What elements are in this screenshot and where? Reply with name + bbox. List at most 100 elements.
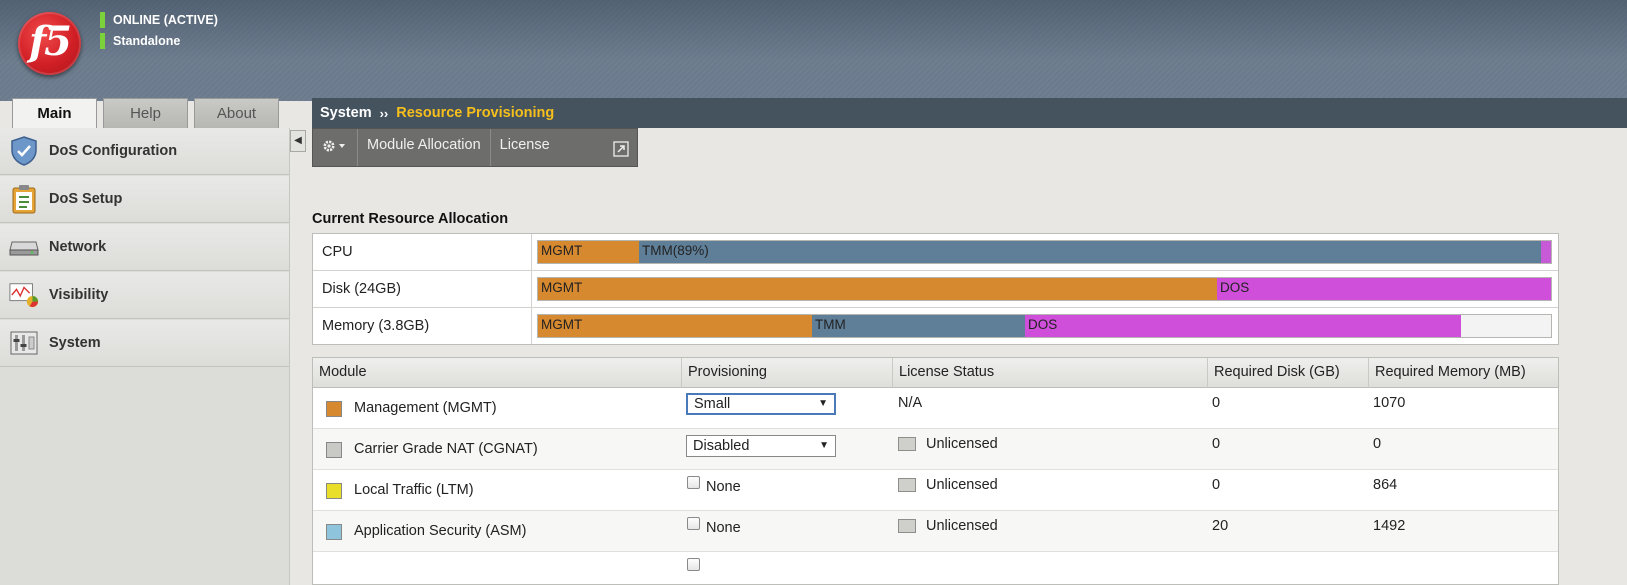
sidebar-item-system[interactable]: System: [0, 320, 289, 367]
column-header-provisioning[interactable]: Provisioning: [682, 358, 893, 388]
allocation-segment-mgmt: MGMT: [538, 315, 812, 337]
license-server-icon: [898, 437, 916, 451]
network-device-icon: [9, 232, 39, 262]
external-link-icon[interactable]: [613, 137, 629, 169]
shield-icon: [9, 136, 39, 166]
module-color-swatch: [326, 442, 342, 458]
license-server-icon: [898, 478, 916, 492]
subnav-gear-menu[interactable]: [313, 129, 358, 166]
tab-about[interactable]: About: [194, 98, 279, 128]
provisioning-select[interactable]: Disabled ▼: [686, 435, 836, 457]
allocation-segment-dos: DOS: [1025, 315, 1461, 337]
license-status: Unlicensed: [926, 518, 998, 534]
provisioning-value: None: [706, 479, 741, 495]
table-row: Local Traffic (LTM) None Unlicensed 0 86…: [313, 470, 1558, 511]
sidebar-item-visibility[interactable]: Visibility: [0, 272, 289, 319]
sidebar-item-label: Network: [49, 239, 107, 255]
provisioning-checkbox[interactable]: [687, 517, 700, 530]
sidebar-item-dos-setup[interactable]: DoS Setup: [0, 176, 289, 223]
subnav-license[interactable]: License: [491, 129, 637, 166]
required-disk: 0: [1212, 477, 1221, 493]
status-indicator-icon: [100, 12, 105, 28]
required-memory: 1070: [1373, 395, 1406, 411]
provisioning-value: None: [706, 520, 741, 536]
status-active-line: ONLINE (ACTIVE): [100, 12, 218, 28]
allocation-segment-tmm-89: TMM(89%): [639, 241, 1541, 263]
tab-help[interactable]: Help: [103, 98, 188, 128]
table-row: [313, 552, 1558, 584]
chart-monitor-icon: [9, 280, 39, 310]
module-name: Local Traffic (LTM): [354, 482, 474, 498]
allocation-label: Memory (3.8GB): [322, 318, 430, 334]
resource-allocation-table: CPU MGMT TMM(89%) Disk (24GB) MGMT DOS Mem…: [312, 233, 1559, 345]
status-primary: ONLINE (ACTIVE): [113, 13, 218, 27]
subnav-module-allocation[interactable]: Module Allocation: [358, 129, 491, 166]
gear-icon: [322, 138, 348, 158]
license-status: N/A: [898, 395, 923, 411]
required-memory: 864: [1373, 477, 1398, 493]
allocation-segment-mgmt: MGMT: [538, 278, 1217, 300]
provisioning-checkbox[interactable]: [687, 476, 700, 489]
provisioning-checkbox[interactable]: [687, 558, 700, 571]
main-tabs: Main Help About: [0, 98, 290, 129]
provisioning-select-value: Disabled: [693, 438, 750, 454]
allocation-row-cpu: CPU MGMT TMM(89%): [313, 234, 1558, 271]
column-header-required-memory[interactable]: Required Memory (MB): [1369, 358, 1558, 388]
column-header-module[interactable]: Module: [313, 358, 682, 388]
module-name: Carrier Grade NAT (CGNAT): [354, 441, 538, 457]
sidebar-item-label: System: [49, 335, 101, 351]
sidebar-item-dos-configuration[interactable]: DoS Configuration: [0, 128, 289, 175]
allocation-bar: MGMT TMM(89%): [537, 240, 1552, 264]
table-row: Application Security (ASM) None Unlicens…: [313, 511, 1558, 552]
subnav-license-label: License: [499, 137, 550, 153]
tab-main[interactable]: Main: [12, 98, 97, 129]
f5-logo[interactable]: f5: [18, 12, 81, 75]
allocation-label: Disk (24GB): [322, 281, 401, 297]
dropdown-arrow-icon: ▼: [818, 398, 828, 409]
provisioning-select[interactable]: Small ▼: [686, 393, 836, 415]
allocation-row-disk: Disk (24GB) MGMT DOS: [313, 271, 1558, 308]
provisioning-select-value: Small: [694, 396, 731, 412]
table-row: Carrier Grade NAT (CGNAT) Disabled ▼ Unl…: [313, 429, 1558, 470]
required-memory: 0: [1373, 436, 1382, 452]
required-disk: 0: [1212, 436, 1221, 452]
breadcrumb-current-page: Resource Provisioning: [396, 105, 555, 121]
dropdown-arrow-icon: ▼: [819, 440, 829, 451]
required-disk: 20: [1212, 518, 1229, 534]
table-header: Module Provisioning License Status Requi…: [313, 358, 1558, 388]
required-disk: 0: [1212, 395, 1221, 411]
module-name: Management (MGMT): [354, 400, 497, 416]
subnav-menu: Module Allocation License: [312, 128, 638, 167]
license-status: Unlicensed: [926, 477, 998, 493]
sidebar-item-label: DoS Setup: [49, 191, 123, 207]
table-row: Management (MGMT) Small ▼ N/A 0 1070: [313, 388, 1558, 429]
logo-text: f5: [28, 18, 72, 65]
allocation-label: CPU: [322, 244, 353, 260]
status-indicator-icon: [100, 33, 105, 49]
sidebar: DoS Configuration DoS Setup Network Visi…: [0, 128, 290, 585]
allocation-segment-mgmt: MGMT: [538, 241, 639, 263]
allocation-segment-other: [1541, 241, 1551, 263]
sidebar-item-network[interactable]: Network: [0, 224, 289, 271]
status-mode-line: Standalone: [100, 33, 180, 49]
required-memory: 1492: [1373, 518, 1406, 534]
module-color-swatch: [326, 401, 342, 417]
status-secondary: Standalone: [113, 34, 181, 48]
collapse-sidebar-button[interactable]: ◀: [290, 130, 306, 152]
sidebar-item-label: DoS Configuration: [49, 143, 178, 159]
allocation-row-memory: Memory (3.8GB) MGMT TMM DOS: [313, 308, 1558, 345]
allocation-bar: MGMT TMM DOS: [537, 314, 1552, 338]
breadcrumb: System ›› Resource Provisioning: [312, 98, 1627, 128]
allocation-segment-tmm: TMM: [812, 315, 1025, 337]
section-title: Current Resource Allocation: [312, 211, 509, 227]
module-provisioning-table: Module Provisioning License Status Requi…: [312, 357, 1559, 585]
app-header: f5 ONLINE (ACTIVE) Standalone: [0, 0, 1627, 101]
allocation-bar: MGMT DOS: [537, 277, 1552, 301]
column-header-required-disk[interactable]: Required Disk (GB): [1208, 358, 1369, 388]
sidebar-item-label: Visibility: [49, 287, 109, 303]
breadcrumb-section[interactable]: System: [320, 105, 372, 121]
license-status: Unlicensed: [926, 436, 998, 452]
column-header-license-status[interactable]: License Status: [893, 358, 1208, 388]
allocation-segment-dos: DOS: [1217, 278, 1551, 300]
module-name: Application Security (ASM): [354, 523, 527, 539]
